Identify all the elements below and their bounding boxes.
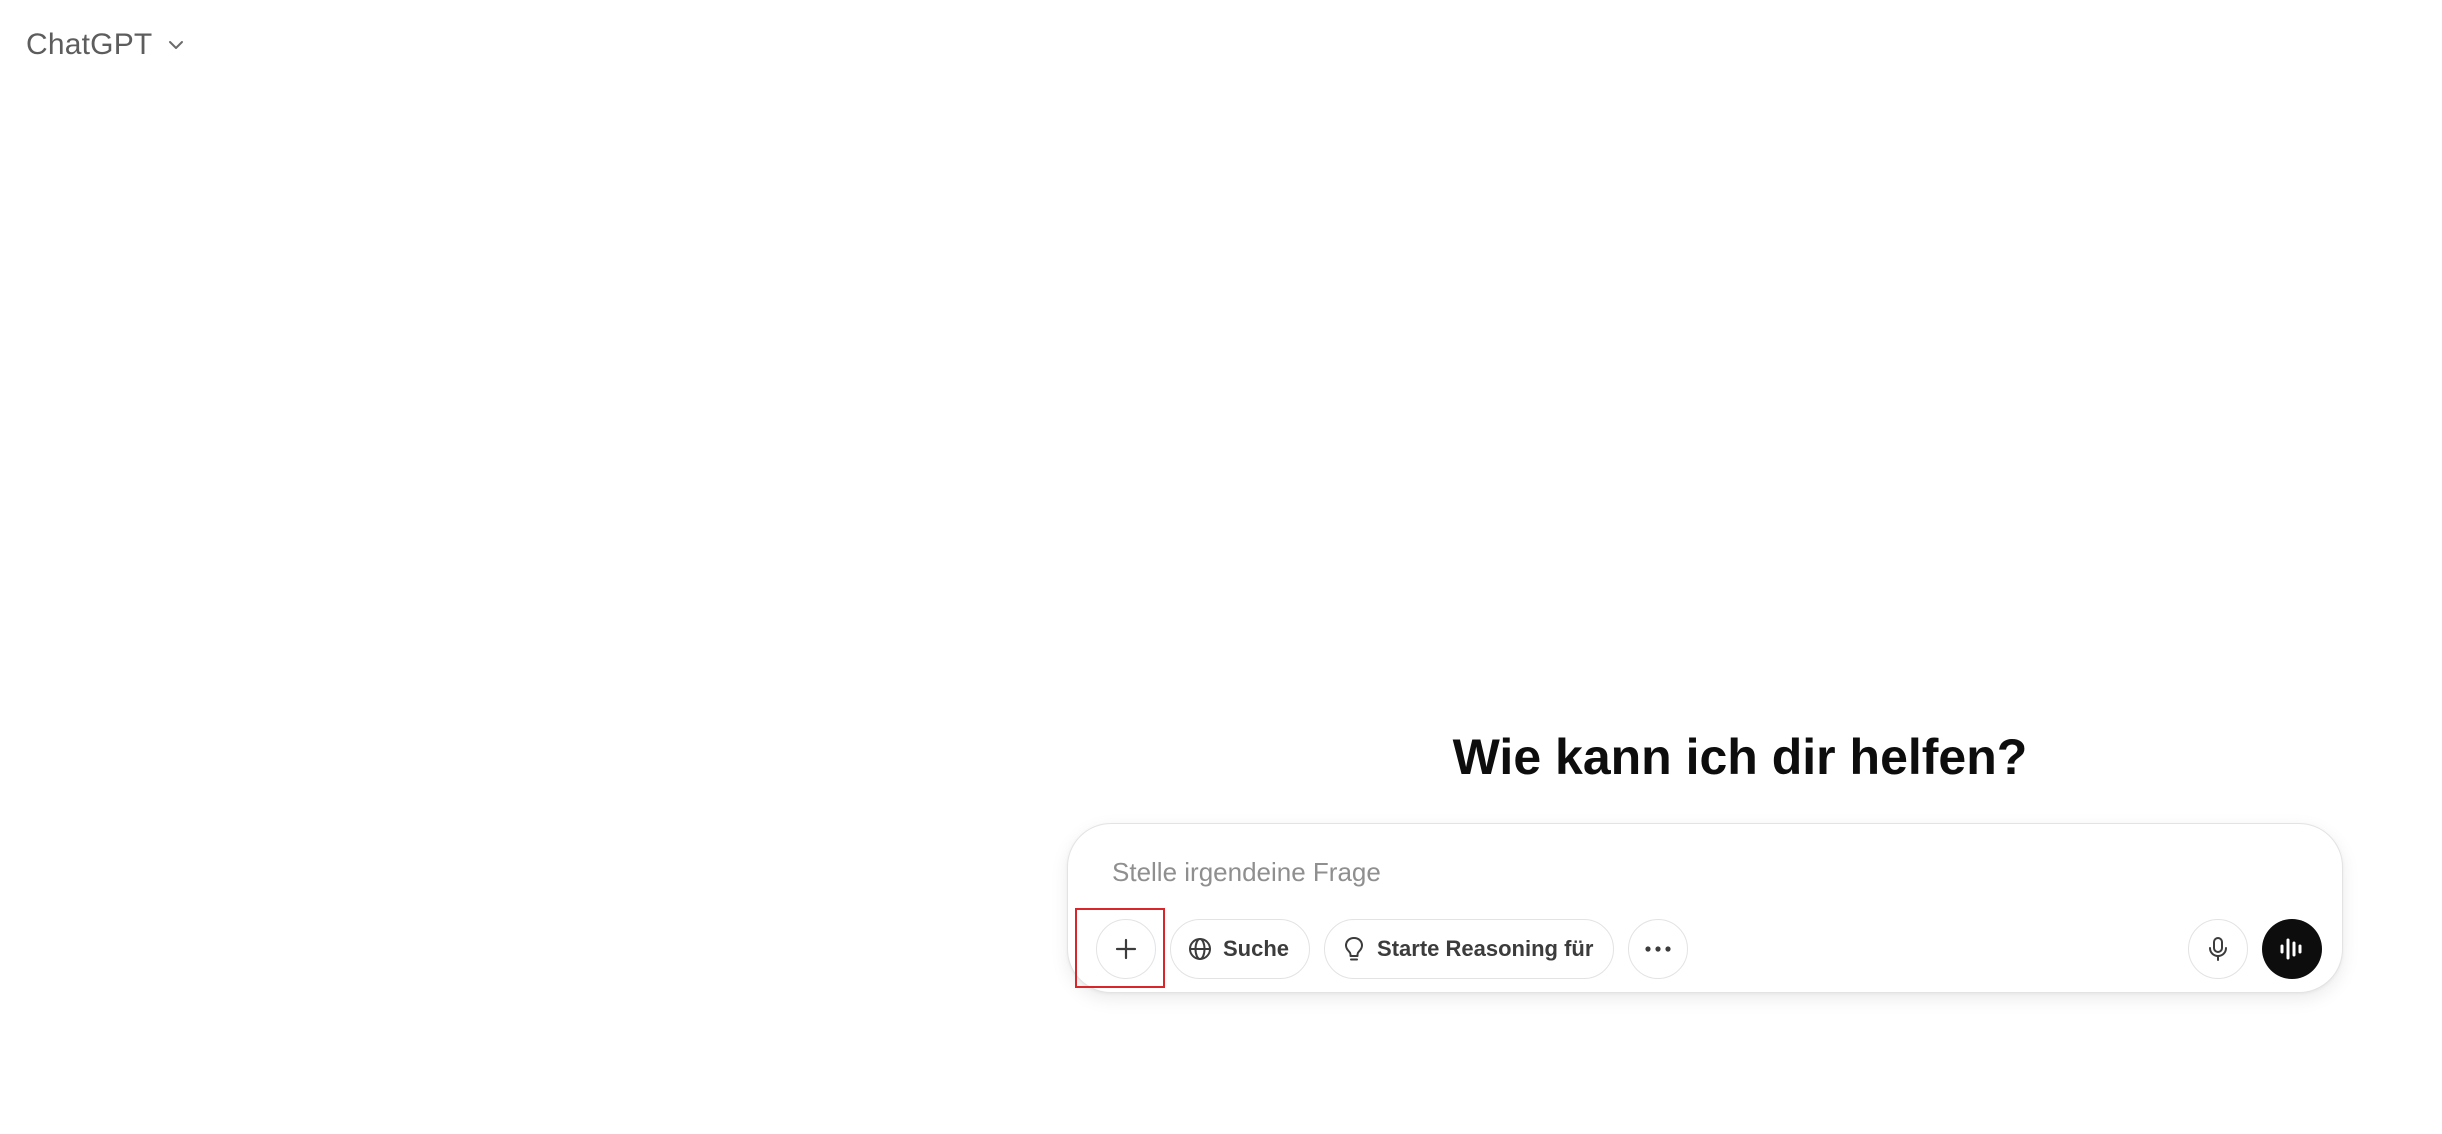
model-switcher[interactable]: ChatGPT [16,20,196,70]
lightbulb-icon [1341,935,1367,963]
chat-page: ChatGPT Wie kann ich dir helfen? Stelle … [0,0,2442,1134]
search-button[interactable]: Suche [1170,919,1311,979]
composer-toolbar-left: Suche Starte Reasoning für [1096,919,1689,979]
voice-mode-button[interactable] [2262,919,2322,979]
ellipsis-icon [1644,945,1672,953]
reason-button[interactable]: Starte Reasoning für [1324,919,1615,979]
reason-button-label: Starte Reasoning für [1377,936,1594,961]
prompt-input[interactable] [1112,850,2292,894]
voice-waveform-icon [2278,936,2306,962]
model-name: ChatGPT [26,28,153,61]
search-button-label: Suche [1223,936,1290,961]
composer-toolbar-right [2188,919,2322,979]
dictate-button[interactable] [2188,919,2248,979]
microphone-icon [2206,936,2230,962]
chevron-down-icon [166,35,186,55]
composer: Suche Starte Reasoning für [1067,823,2343,993]
globe-icon [1187,936,1213,962]
plus-icon [1113,936,1139,962]
more-tools-button[interactable] [1628,919,1689,979]
attach-button[interactable] [1096,919,1156,979]
page-title: Wie kann ich dir helfen? [1452,729,2028,785]
